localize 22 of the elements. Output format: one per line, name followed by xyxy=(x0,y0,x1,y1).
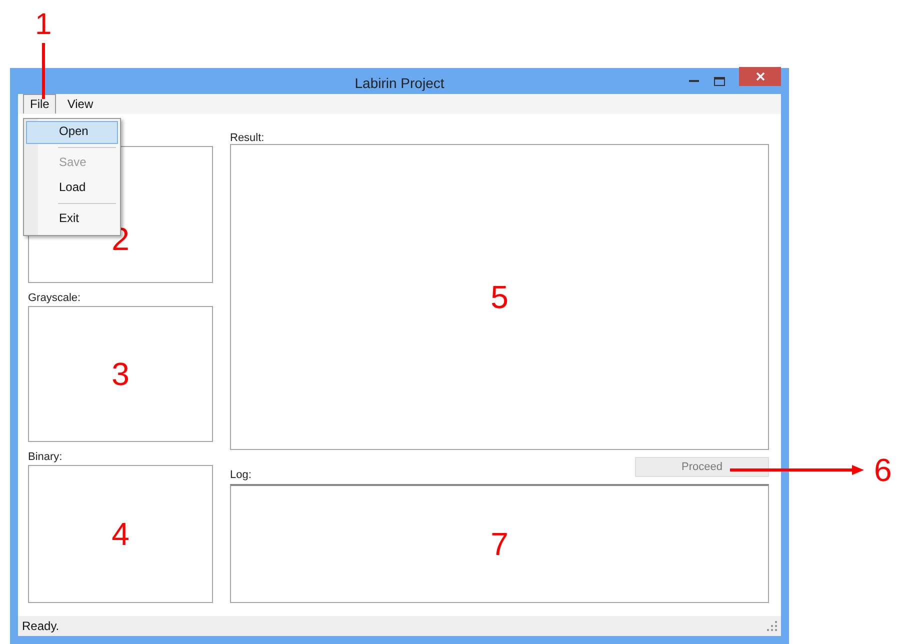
close-icon xyxy=(756,72,764,82)
panel-label: Grayscale: xyxy=(28,292,81,304)
menu-entry[interactable]: Exit xyxy=(26,208,118,231)
annotation-number: 6 xyxy=(874,452,892,488)
maximize-icon[interactable] xyxy=(714,76,725,86)
annotation-number: 1 xyxy=(35,8,52,42)
menu-item[interactable]: View xyxy=(60,94,100,114)
annotation-number: 4 xyxy=(112,516,130,553)
annotation-number: 5 xyxy=(490,278,508,316)
annotation-number: 3 xyxy=(112,356,130,393)
window-title: Labirin Project xyxy=(354,75,446,91)
panel-label: Log: xyxy=(230,469,252,482)
panel-label: Result: xyxy=(230,132,264,144)
annotation-number: 7 xyxy=(490,526,508,563)
leader-line xyxy=(42,43,45,99)
menu-entry[interactable]: Open xyxy=(26,121,118,144)
status-text: Ready. xyxy=(22,619,60,634)
close-button[interactable] xyxy=(739,67,781,86)
resize-grip-icon[interactable] xyxy=(767,621,777,632)
menu-item[interactable]: File xyxy=(23,94,56,114)
panel-label: Binary: xyxy=(28,451,62,464)
menu-entry[interactable]: Load xyxy=(26,177,118,200)
